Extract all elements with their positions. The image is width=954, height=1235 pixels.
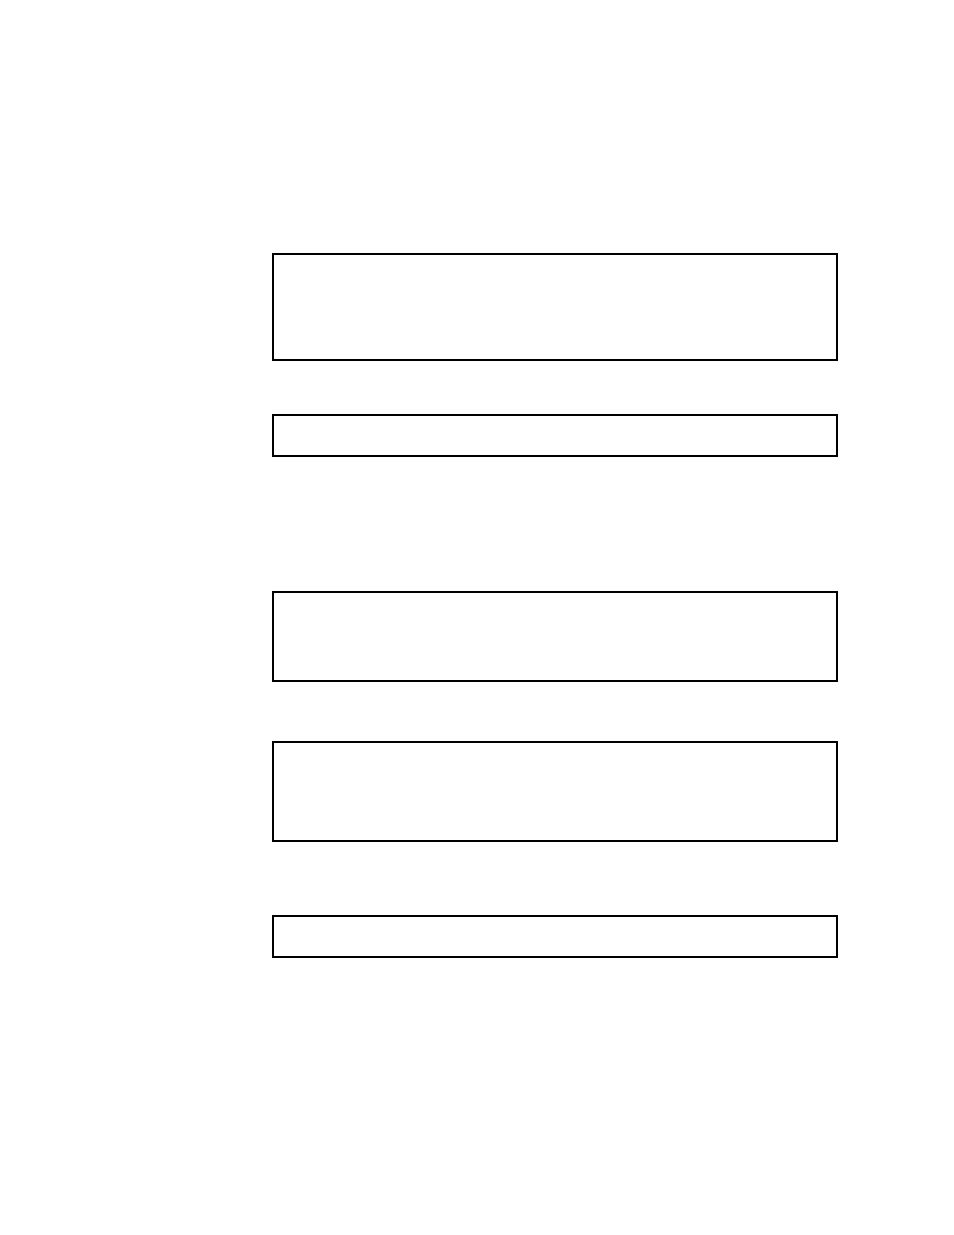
form-box-4 (272, 741, 838, 842)
form-box-3 (272, 591, 838, 682)
form-box-2 (272, 414, 838, 457)
form-box-1 (272, 253, 838, 361)
form-box-5 (272, 915, 838, 958)
